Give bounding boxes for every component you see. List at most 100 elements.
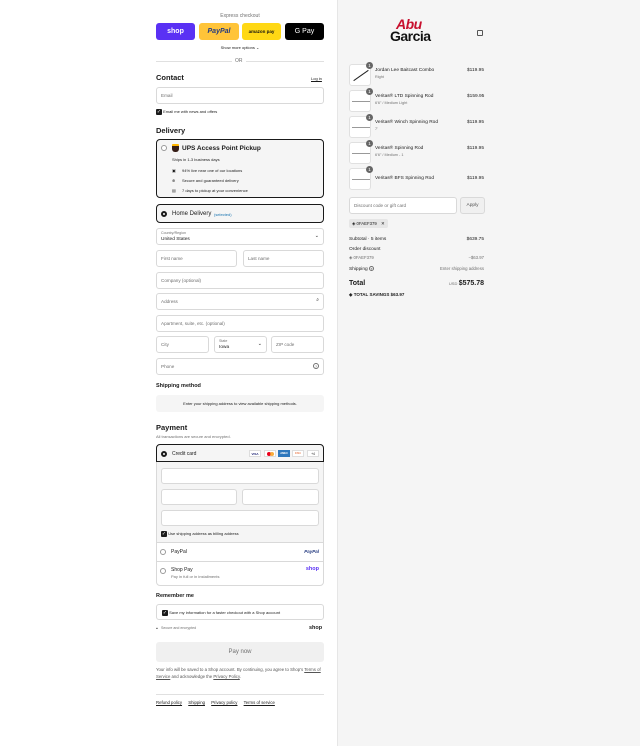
total-value-group: USD $575.78 bbox=[449, 280, 484, 287]
remember-label: Save my information for a faster checkou… bbox=[169, 610, 281, 616]
item-variant: Right bbox=[375, 75, 384, 79]
delivery-heading: Delivery bbox=[156, 126, 186, 135]
ups-option[interactable]: UPS Access Point Pickup Ships in 1-3 bus… bbox=[156, 139, 324, 198]
shop-pay-button[interactable]: shop bbox=[156, 23, 195, 40]
item-variant: 7' bbox=[375, 127, 378, 131]
company-field[interactable]: Company (optional) bbox=[156, 272, 324, 289]
summary-code: 0FAEF379 bbox=[353, 255, 374, 260]
shipping-method-box: Enter your shipping address to view avai… bbox=[156, 395, 324, 412]
legal-end: . bbox=[239, 674, 241, 679]
home-delivery-option[interactable]: Home Delivery (selected) bbox=[156, 204, 324, 223]
credit-card-option[interactable]: Credit card VISA AMEX DISC +4 bbox=[156, 444, 324, 462]
card-cvc-field[interactable] bbox=[242, 489, 319, 505]
payment-subtitle: All transactions are secure and encrypte… bbox=[156, 434, 231, 439]
ups-point-1: 94% live near one of our locations bbox=[182, 168, 243, 173]
item-price: $119.95 bbox=[467, 68, 484, 73]
card-name-field[interactable] bbox=[161, 510, 319, 526]
city-placeholder: City bbox=[161, 342, 169, 347]
total-row: Total USD $575.78 bbox=[349, 280, 484, 287]
item-price: $159.95 bbox=[467, 94, 485, 99]
discount-code-row: ◈ 0FAEF379 −$63.97 bbox=[349, 255, 484, 261]
ups-radio[interactable] bbox=[161, 145, 167, 151]
remember-checkbox[interactable]: ✓ bbox=[162, 610, 168, 616]
apply-button[interactable]: Apply bbox=[460, 197, 485, 214]
subtotal-value: $639.75 bbox=[466, 237, 484, 242]
first-name-field[interactable]: First name bbox=[156, 250, 237, 267]
rod-icon bbox=[352, 179, 370, 180]
brand-logo[interactable]: Abu Garcia bbox=[390, 17, 431, 44]
apartment-placeholder: Apartment, suite, etc. (optional) bbox=[161, 321, 225, 326]
paypal-radio[interactable] bbox=[160, 549, 166, 555]
billing-checkbox[interactable]: ✓ bbox=[161, 531, 167, 537]
shoppay-radio[interactable] bbox=[160, 568, 166, 574]
credit-card-label: Credit card bbox=[172, 451, 197, 457]
home-label: Home Delivery bbox=[172, 211, 212, 217]
rod-icon bbox=[352, 127, 370, 128]
card-number-field[interactable] bbox=[161, 468, 319, 484]
item-name: Veritas® Winch Spinning Rod bbox=[375, 120, 438, 125]
secure-lock-icon: 🔒︎ bbox=[156, 626, 158, 630]
item-thumb-5: 1 bbox=[349, 166, 373, 190]
item-name: Veritas® BFS Spinning Rod bbox=[375, 176, 434, 181]
or-label: OR bbox=[232, 58, 246, 64]
legal-text: Your info will be saved to a Shop accoun… bbox=[156, 666, 324, 680]
savings-value: $63.97 bbox=[390, 292, 405, 297]
footer-links: Refund policy Shipping Privacy policy Te… bbox=[156, 700, 275, 705]
news-checkbox-row[interactable]: ✓ Email me with news and offers bbox=[156, 109, 217, 115]
apartment-field[interactable]: Apartment, suite, etc. (optional) bbox=[156, 315, 324, 332]
country-select[interactable]: Country/Region United States ⌄ bbox=[156, 228, 324, 245]
google-pay-button[interactable]: G Pay bbox=[285, 23, 324, 40]
item-thumb-4: 1 bbox=[349, 140, 373, 164]
city-field[interactable]: City bbox=[156, 336, 209, 353]
amazon-pay-button[interactable]: amazon pay bbox=[242, 23, 281, 40]
brand-line-2: Garcia bbox=[390, 28, 431, 44]
item-thumb-2: 1 bbox=[349, 88, 373, 112]
total-value: $575.78 bbox=[458, 280, 484, 287]
first-name-placeholder: First name bbox=[161, 256, 183, 261]
privacy-policy-link[interactable]: Privacy policy bbox=[211, 700, 237, 705]
qty-badge: 1 bbox=[366, 166, 373, 173]
remove-discount-icon[interactable]: ✕ bbox=[381, 221, 385, 226]
shop-pay-option[interactable]: Shop Pay Pay in full or in installments … bbox=[157, 561, 323, 585]
terms-of-service-link[interactable]: Terms of service bbox=[244, 700, 275, 705]
paypal-option[interactable]: PayPal PayPal bbox=[157, 542, 323, 560]
email-field[interactable]: Email bbox=[156, 87, 324, 104]
billing-checkbox-row[interactable]: ✓ Use shipping address as billing addres… bbox=[161, 531, 239, 537]
pay-now-button[interactable]: Pay now bbox=[156, 642, 324, 662]
refund-policy-link[interactable]: Refund policy bbox=[156, 700, 182, 705]
address-field[interactable]: Address ⌕ bbox=[156, 293, 324, 310]
shoppay-label: Shop Pay bbox=[171, 567, 193, 573]
email-placeholder: Email bbox=[161, 93, 173, 98]
show-more-options[interactable]: Show more options ⌄ bbox=[156, 45, 324, 50]
item-name: Veritas® Spinning Rod bbox=[375, 146, 424, 151]
rod-icon bbox=[352, 153, 370, 154]
shipping-method-heading: Shipping method bbox=[156, 383, 201, 389]
privacy-link[interactable]: Privacy Policy bbox=[213, 674, 239, 679]
last-name-field[interactable]: Last name bbox=[243, 250, 324, 267]
news-checkbox[interactable]: ✓ bbox=[156, 109, 162, 115]
card-expiry-field[interactable] bbox=[161, 489, 237, 505]
paypal-button[interactable]: PayPal bbox=[199, 23, 239, 40]
payment-heading: Payment bbox=[156, 423, 188, 432]
shop-logo: shop bbox=[309, 625, 323, 631]
bag-icon[interactable] bbox=[477, 30, 483, 36]
discount-field[interactable]: Discount code or gift card bbox=[349, 197, 457, 214]
shipping-link[interactable]: Shipping bbox=[188, 700, 205, 705]
item-thumb-3: 1 bbox=[349, 114, 373, 138]
home-radio[interactable] bbox=[161, 211, 167, 217]
remember-box[interactable]: ✓ Save my information for a faster check… bbox=[156, 604, 324, 620]
selected-label: (selected) bbox=[214, 212, 232, 217]
visa-icon: VISA bbox=[249, 450, 261, 457]
state-select[interactable]: State Iowa ⌄ bbox=[214, 336, 267, 353]
help-icon: ? bbox=[313, 363, 319, 369]
reel-combo-icon bbox=[353, 69, 369, 82]
credit-card-radio[interactable] bbox=[161, 451, 167, 457]
phone-field[interactable]: Phone? bbox=[156, 358, 324, 375]
qty-badge: 1 bbox=[366, 62, 373, 69]
qty-badge: 1 bbox=[366, 88, 373, 95]
login-link[interactable]: Log in bbox=[311, 76, 322, 81]
total-label: Total bbox=[349, 280, 366, 287]
store-icon: ▣ bbox=[172, 168, 176, 173]
paypal-logo-icon: PayPal bbox=[304, 549, 319, 554]
zip-field[interactable]: ZIP code bbox=[271, 336, 324, 353]
